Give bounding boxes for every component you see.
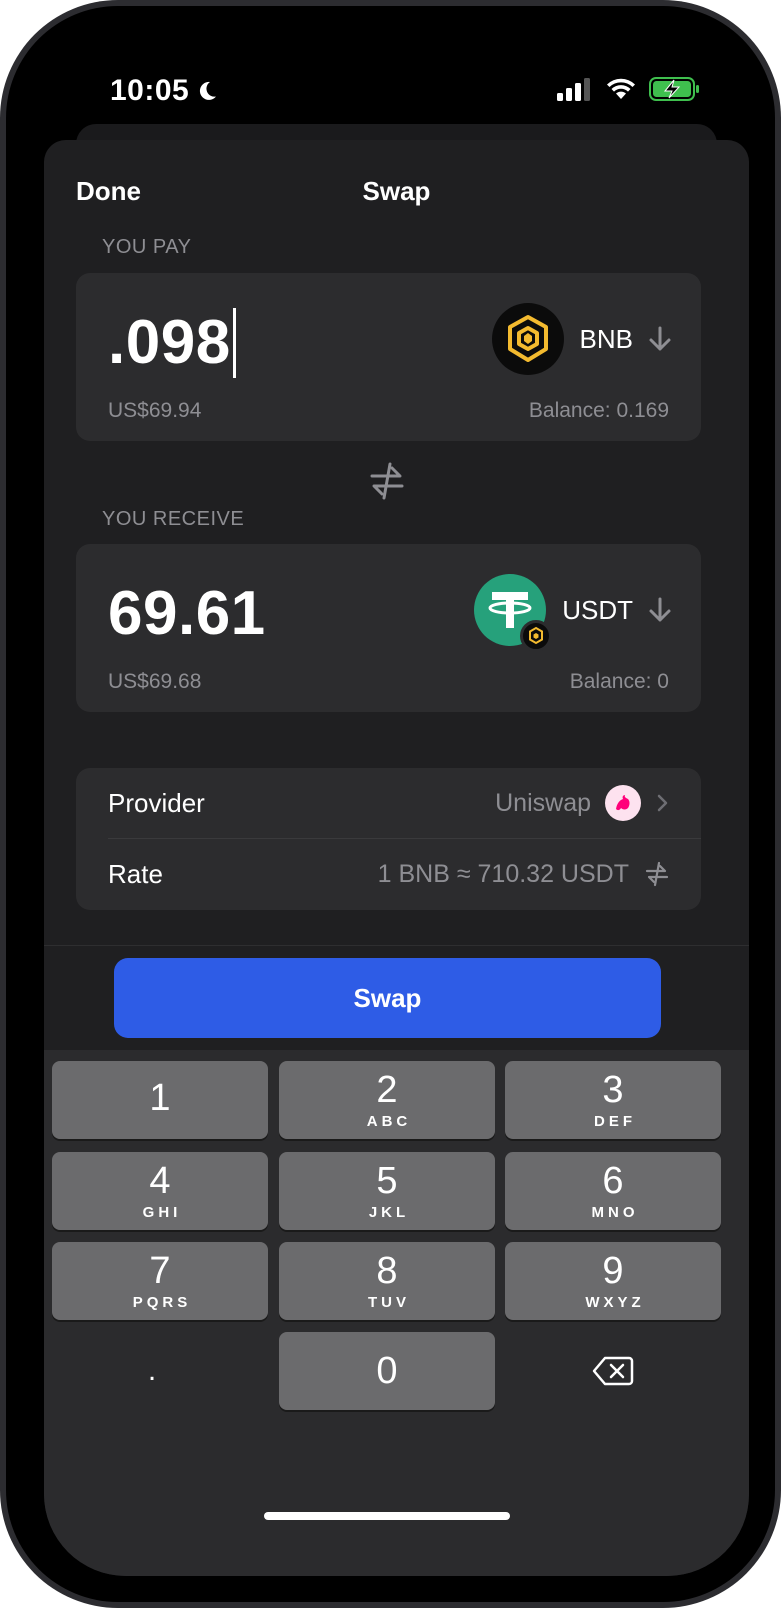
rate-label: Rate [108, 858, 163, 889]
key-2[interactable]: 2 ABC [279, 1061, 495, 1139]
key-letters: WXYZ [585, 1293, 645, 1311]
key-letters: MNO [591, 1203, 639, 1221]
receive-amount-text: 69.61 [108, 579, 266, 648]
you-receive-label: YOU RECEIVE [102, 508, 245, 530]
receive-token-selector[interactable]: USDT [474, 574, 675, 652]
receive-balance: Balance: 0 [569, 670, 669, 693]
backspace-icon [592, 1356, 634, 1386]
moon-icon [200, 81, 217, 100]
uniswap-logo-icon [605, 785, 641, 821]
rate-value: 1 BNB ≈ 710.32 USDT [378, 860, 671, 889]
swap-details-card: Provider Uniswap Rate 1 BNB ≈ 710.32 USD… [76, 768, 701, 910]
key-8[interactable]: 8 TUV [279, 1242, 495, 1320]
pay-token-selector[interactable]: BNB [491, 303, 675, 375]
key-number: 1 [149, 1077, 171, 1119]
key-number: 8 [376, 1249, 398, 1292]
key-6[interactable]: 6 MNO [505, 1152, 721, 1230]
screen: 10:05 Done Swap YOU PAY .098 BNB US$69.9… [44, 44, 749, 1576]
swap-rate-icon[interactable] [643, 860, 671, 888]
receive-amount: 69.61 [108, 578, 266, 649]
bnb-logo-icon [491, 303, 564, 375]
arrow-down-icon [649, 597, 671, 622]
key-letters: PQRS [132, 1293, 192, 1311]
key-decimal-text: . [147, 1354, 157, 1387]
key-1[interactable]: 1 [52, 1061, 268, 1139]
pay-card: .098 BNB US$69.94 Balance: 0.169 [76, 273, 701, 441]
pay-amount-text: .098 [108, 308, 231, 377]
swap-direction-icon[interactable] [364, 458, 410, 504]
key-delete[interactable] [505, 1332, 721, 1410]
numeric-keyboard: 1 2 ABC 3 DEF 4 GHI 5 JKL 6 MNO 7 PQRS 8… [44, 1050, 749, 1576]
cellular-signal-icon [557, 78, 590, 101]
text-caret [232, 307, 236, 378]
receive-token-symbol: USDT [562, 594, 633, 625]
key-number: 7 [149, 1249, 171, 1292]
pay-token-symbol: BNB [579, 323, 633, 354]
provider-value: Uniswap [495, 785, 671, 821]
receive-usd-value: US$69.68 [108, 670, 202, 693]
arrow-down-icon [649, 326, 671, 351]
chevron-right-icon [657, 794, 668, 812]
key-number: 5 [376, 1159, 398, 1202]
pay-balance: Balance: 0.169 [528, 399, 669, 422]
key-0[interactable]: 0 [279, 1332, 495, 1410]
key-7[interactable]: 7 PQRS [52, 1242, 268, 1320]
key-decimal[interactable]: . [44, 1332, 260, 1410]
key-letters: ABC [366, 1112, 412, 1130]
key-letters: GHI [142, 1203, 182, 1221]
sheet-divider [44, 945, 749, 946]
provider-label: Provider [108, 787, 205, 818]
key-3[interactable]: 3 DEF [505, 1061, 721, 1139]
key-number: 4 [149, 1159, 171, 1202]
pay-amount-input[interactable]: .098 [108, 307, 236, 378]
provider-name: Uniswap [495, 788, 591, 817]
key-number: 9 [602, 1249, 624, 1292]
rate-text: 1 BNB ≈ 710.32 USDT [377, 859, 629, 888]
key-letters: JKL [368, 1203, 410, 1221]
bnb-chain-badge-icon [520, 620, 553, 652]
key-number: 2 [376, 1068, 398, 1111]
pay-usd-value: US$69.94 [108, 399, 202, 422]
status-time-text: 10:05 [110, 74, 190, 107]
key-number: 3 [602, 1068, 624, 1111]
key-4[interactable]: 4 GHI [52, 1152, 268, 1230]
rate-row: Rate 1 BNB ≈ 710.32 USDT [76, 839, 701, 909]
page-title: Swap [362, 176, 431, 206]
receive-card: 69.61 USDT US$69.68 Balance: 0 [76, 544, 701, 712]
battery-charging-icon [649, 77, 699, 101]
usdt-logo-icon [474, 574, 553, 652]
home-indicator [264, 1512, 510, 1520]
provider-row[interactable]: Provider Uniswap [76, 768, 701, 838]
key-5[interactable]: 5 JKL [279, 1152, 495, 1230]
status-icons [557, 76, 701, 102]
wifi-icon [607, 78, 635, 99]
key-number: 6 [602, 1159, 624, 1202]
phone-frame: 10:05 Done Swap YOU PAY .098 BNB US$69.9… [0, 0, 781, 1608]
key-letters: TUV [368, 1293, 410, 1311]
status-time: 10:05 [110, 74, 219, 108]
phone-bezel: 10:05 Done Swap YOU PAY .098 BNB US$69.9… [6, 6, 775, 1602]
key-9[interactable]: 9 WXYZ [505, 1242, 721, 1320]
key-number: 0 [376, 1350, 398, 1392]
swap-button[interactable]: Swap [114, 958, 661, 1038]
you-pay-label: YOU PAY [102, 236, 192, 258]
key-letters: DEF [594, 1112, 636, 1130]
